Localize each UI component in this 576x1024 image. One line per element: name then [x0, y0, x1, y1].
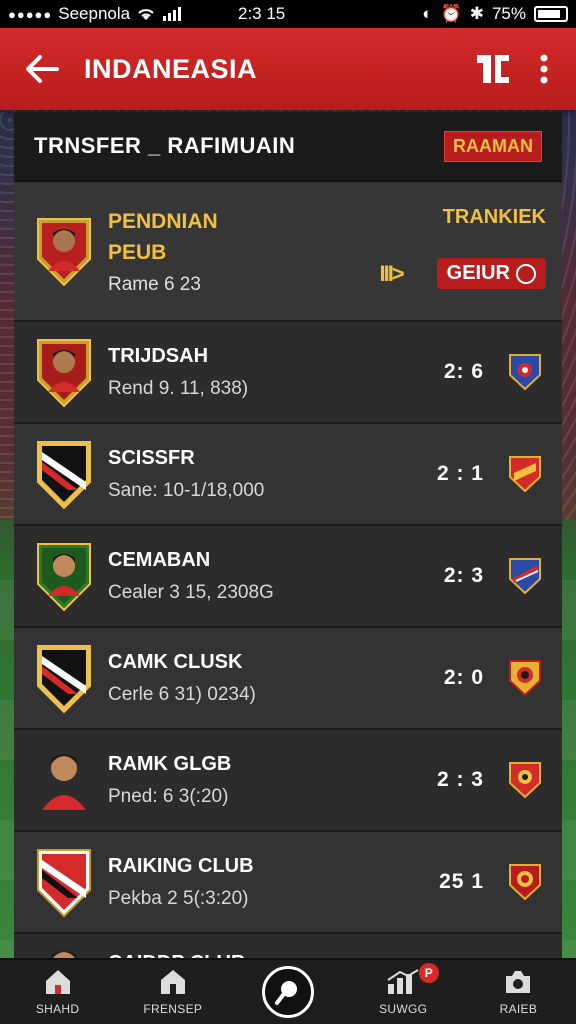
transfer-row[interactable]: RAMK GLGB Pned: 6 3(:20) 2 : 3: [14, 730, 562, 832]
transfer-row[interactable]: SCISSFR Sane: 10-1/18,000 2 : 1: [14, 424, 562, 526]
panel-filter-badge[interactable]: RAAMAN: [444, 130, 542, 162]
club-crest-icon: [509, 660, 541, 697]
row-text: TRIJDSAH Rend 9. 11, 838): [108, 345, 444, 400]
back-button[interactable]: [20, 47, 64, 91]
featured-action-button[interactable]: GEIUR: [436, 258, 546, 289]
nav-item-search[interactable]: [230, 959, 345, 1024]
club-details: Rend 9. 11, 838): [108, 377, 249, 399]
app-bar: INDANEASIA: [0, 28, 576, 110]
match-score: 2 : 3: [436, 768, 484, 791]
club-crest-icon: [509, 864, 541, 901]
row-text: CAMK CLUSK Cerle 6 31) 0234): [108, 651, 444, 706]
match-score: 2 : 1: [436, 462, 484, 485]
nav-label: FRENSEP: [143, 1002, 203, 1016]
target-icon: [516, 263, 536, 284]
transfer-button[interactable]: [468, 44, 518, 94]
featured-actions: III> GEIUR: [379, 258, 546, 289]
status-time: 2:3 15: [238, 4, 286, 23]
player-avatar: [37, 543, 91, 612]
club-details: Sane: 10-1/18,000: [108, 479, 265, 501]
wifi-icon: [138, 9, 154, 20]
transfer-panel: TRNSFER _ RAFIMUAIN RAAMAN PENDNIAN PEUB…: [14, 112, 562, 960]
transfer-row[interactable]: CAIDDP CLUB: [14, 934, 562, 960]
carrier-name: Seepnola: [58, 4, 131, 23]
nav-item-raieb[interactable]: RAIEB: [461, 959, 576, 1024]
club-crest-icon: [509, 558, 541, 595]
transfer-row[interactable]: TRIJDSAH Rend 9. 11, 838) 2: 6: [14, 322, 562, 424]
nav-item-suwgg[interactable]: P SUWGG: [346, 959, 461, 1024]
camera-icon: [506, 971, 531, 993]
bottom-navigation: SHAHD FRENSEP P SUWGG RAIEB: [0, 958, 576, 1024]
match-score: 2: 0: [443, 666, 484, 689]
transfer-indicator-icon: III>: [379, 260, 404, 286]
panel-header: TRNSFER _ RAFIMUAIN RAAMAN: [14, 112, 562, 182]
club-crest-icon: [509, 456, 541, 493]
club-details: Cealer 3 15, 2308G: [108, 581, 274, 603]
match-score: 25 1: [439, 870, 484, 893]
nav-item-frensep[interactable]: FRENSEP: [115, 959, 230, 1024]
featured-status-label: TRANKIEK: [442, 206, 546, 228]
club-crest-icon: [509, 354, 541, 391]
signal-bars-icon: [163, 7, 182, 21]
chart-icon: [387, 969, 419, 994]
nav-label: SHAHD: [35, 1002, 80, 1016]
club-name: SCISSFR: [108, 446, 195, 469]
row-text: CEMABAN Cealer 3 15, 2308G: [108, 549, 444, 604]
featured-right-label: TRANKIEK: [443, 206, 546, 229]
nav-label: SUWGG: [379, 1002, 428, 1016]
club-logo: [37, 441, 91, 510]
player-avatar: [52, 951, 76, 960]
nav-label: RAIEB: [499, 1002, 538, 1016]
club-crest-icon: [509, 762, 541, 799]
app-title: INDANEASIA: [84, 53, 258, 84]
match-score: 2: 6: [443, 360, 484, 383]
club-details: Pned: 6 3(:20): [108, 785, 229, 807]
panel-title: TRNSFER _ RAFIMUAIN: [34, 133, 296, 158]
player-avatar: [37, 339, 91, 408]
bluetooth-icon: ✱: [469, 4, 484, 23]
moon-icon: ◐: [422, 4, 433, 23]
club-logo: [37, 645, 91, 714]
search-button[interactable]: [262, 966, 314, 1018]
club-logo: [37, 849, 91, 918]
nav-item-shahd[interactable]: SHAHD: [0, 959, 115, 1024]
battery-icon: [534, 6, 568, 22]
club-details: Pekba 2 5(:3:20): [108, 887, 249, 909]
club-name: TRIJDSAH: [108, 344, 209, 367]
row-text: SCISSFR Sane: 10-1/18,000: [108, 447, 437, 502]
club-name: CAMK CLUSK: [108, 650, 243, 673]
club-name: RAIKING CLUB: [108, 854, 254, 877]
more-menu-button[interactable]: [532, 44, 556, 94]
transfer-row[interactable]: CAMK CLUSK Cerle 6 31) 0234) 2: 0: [14, 628, 562, 730]
featured-transfer-row[interactable]: PENDNIAN PEUB Rame 6 23 TRANKIEK III> GE…: [14, 182, 562, 322]
battery-percent: 75%: [491, 4, 526, 23]
back-arrow-icon: [26, 55, 59, 83]
transfer-row[interactable]: CEMABAN Cealer 3 15, 2308G 2: 3: [14, 526, 562, 628]
transfer-icon: [477, 55, 509, 83]
player-avatar: [37, 218, 91, 287]
match-score: 2: 3: [443, 564, 484, 587]
signal-dots-icon: ●●●●●: [8, 6, 53, 22]
search-icon: [275, 981, 297, 1005]
player-avatar: [42, 754, 86, 810]
status-left: ●●●●● Seepnola: [8, 4, 238, 24]
status-bar: ●●●●● Seepnola 2:3 15 ◐ ⏰ ✱ 75%: [0, 0, 576, 28]
featured-action-label: GEIUR: [446, 262, 510, 284]
transfer-row[interactable]: RAIKING CLUB Pekba 2 5(:3:20) 25 1: [14, 832, 562, 934]
club-name: CEMABAN: [108, 548, 211, 571]
home-icon: [45, 970, 70, 994]
club-details: Cerle 6 31) 0234): [108, 683, 256, 705]
alarm-icon: ⏰: [440, 4, 462, 23]
house-icon: [160, 970, 185, 994]
row-text: RAIKING CLUB Pekba 2 5(:3:20): [108, 855, 439, 910]
row-text: RAMK GLGB Pned: 6 3(:20): [108, 753, 437, 808]
status-right: ◐ ⏰ ✱ 75%: [422, 4, 568, 24]
club-name: RAMK GLGB: [108, 752, 232, 775]
notification-badge: P: [418, 963, 439, 983]
more-vertical-icon: [540, 54, 548, 84]
